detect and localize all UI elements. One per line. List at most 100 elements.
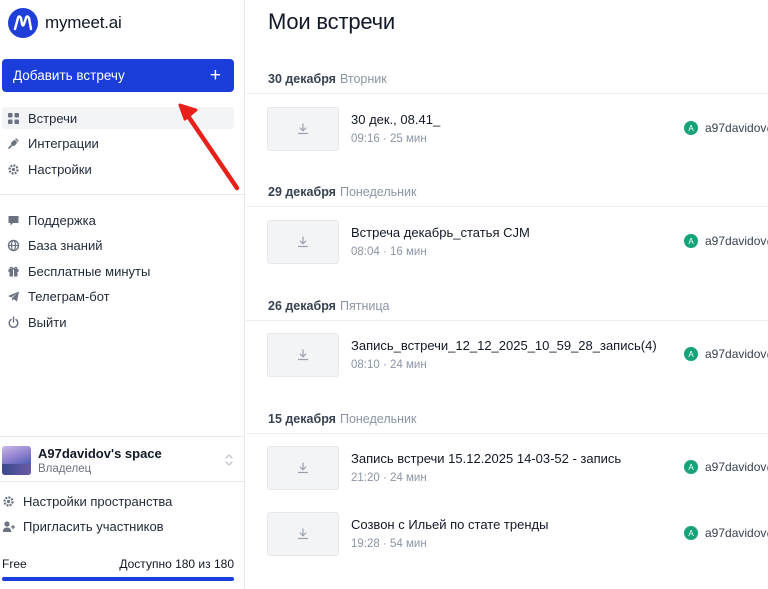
meeting-title[interactable]: Встреча декабрь_статья CJM: [351, 225, 530, 240]
owner-email: a97davidov@: [705, 526, 768, 540]
owner-email: a97davidov@: [705, 347, 768, 361]
meeting-thumbnail[interactable]: [267, 446, 339, 490]
sidebar-item-label: Интеграции: [28, 136, 99, 151]
sidebar-item-knowledge-base[interactable]: База знаний: [2, 235, 234, 257]
download-icon: [297, 236, 309, 248]
day-header: 26 декабря Пятница: [246, 291, 768, 321]
meeting-owner: A a97davidov@: [684, 347, 768, 361]
day-date: 29 декабря: [268, 184, 336, 199]
download-icon: [297, 462, 309, 474]
sidebar-item-label: Настройки пространства: [23, 493, 173, 509]
sidebar-item-integrations[interactable]: Интеграции: [2, 133, 234, 155]
meeting-thumbnail[interactable]: [267, 512, 339, 556]
workspace-role: Владелец: [38, 462, 92, 475]
day-weekday: Пятница: [339, 298, 390, 313]
plan-progress-bar: [2, 577, 234, 581]
gear-icon: [2, 495, 15, 508]
sidebar-item-free-minutes[interactable]: Бесплатные минуты: [2, 260, 234, 282]
divider: [0, 481, 245, 482]
workspace-switcher[interactable]: A97davidov's space Владелец: [2, 444, 242, 476]
day-header: 30 декабря Вторник: [246, 64, 768, 94]
sidebar-item-label: Встречи: [28, 110, 78, 126]
meeting-title[interactable]: Запись_встречи_12_12_2025_10_59_28_запис…: [351, 338, 657, 353]
day-weekday: Понедельник: [339, 411, 417, 426]
meeting-row[interactable]: 30 дек., 08.41_ 09:16 · 25 мин A a97davi…: [246, 107, 768, 165]
day-date: 30 декабря: [268, 71, 336, 86]
sidebar-item-label: Бесплатные минуты: [28, 263, 151, 279]
meeting-title[interactable]: 30 дек., 08.41_: [351, 112, 440, 127]
sidebar-item-support[interactable]: Поддержка: [2, 209, 234, 231]
meeting-meta: 09:16 · 25 мин: [351, 133, 427, 145]
sidebar-item-label: Поддержка: [28, 212, 96, 228]
meeting-thumbnail[interactable]: [267, 333, 339, 377]
workspace-nav: Настройки пространства Пригласить участн…: [2, 490, 234, 541]
avatar: A: [684, 234, 698, 248]
add-meeting-label: Добавить встречу: [13, 68, 125, 83]
gift-icon: [7, 265, 20, 278]
gear-icon: [7, 163, 20, 176]
meeting-owner: A a97davidov@: [684, 121, 768, 135]
meeting-title[interactable]: Созвон с Ильей по стате тренды: [351, 517, 548, 532]
primary-nav: Встречи Интеграции Настройки: [2, 107, 234, 184]
meeting-row[interactable]: Запись встречи 15.12.2025 14-03-52 - зап…: [246, 446, 768, 504]
day-date: 26 декабря: [268, 298, 336, 313]
logo[interactable]: mymeet.ai: [8, 8, 122, 38]
meeting-owner: A a97davidov@: [684, 526, 768, 540]
chevron-up-down-icon: [224, 452, 234, 468]
sidebar-item-logout[interactable]: Выйти: [2, 311, 234, 333]
plan-info: Free Доступно 180 из 180: [2, 557, 234, 571]
owner-email: a97davidov@: [705, 121, 768, 135]
user-add-icon: [2, 520, 15, 533]
day-date: 15 декабря: [268, 411, 336, 426]
meeting-row[interactable]: Встреча декабрь_статья CJM 08:04 · 16 ми…: [246, 220, 768, 278]
meeting-meta: 19:28 · 54 мин: [351, 538, 427, 550]
meeting-meta: 08:04 · 16 мин: [351, 246, 427, 258]
owner-email: a97davidov@: [705, 460, 768, 474]
sidebar-item-label: База знаний: [28, 238, 103, 253]
plug-icon: [7, 137, 20, 150]
day-header: 15 декабря Понедельник: [246, 404, 768, 434]
plus-icon: +: [209, 65, 221, 86]
plan-available: Доступно 180 из 180: [119, 557, 234, 571]
main-content: Мои встречи 30 декабря Вторник 30 дек., …: [246, 0, 768, 589]
sidebar-item-telegram-bot[interactable]: Телеграм-бот: [2, 286, 234, 308]
grid-icon: [7, 112, 20, 125]
owner-email: a97davidov@: [705, 234, 768, 248]
meeting-thumbnail[interactable]: [267, 107, 339, 151]
workspace-name: A97davidov's space: [38, 445, 162, 461]
plan-name: Free: [2, 557, 27, 571]
add-meeting-button[interactable]: Добавить встречу +: [2, 59, 234, 92]
sidebar-item-label: Пригласить участников: [23, 519, 164, 534]
page-title: Мои встречи: [268, 9, 396, 34]
avatar: A: [684, 347, 698, 361]
meeting-meta: 21:20 · 24 мин: [351, 472, 427, 484]
power-icon: [7, 316, 20, 329]
chat-icon: [7, 214, 20, 227]
download-icon: [297, 528, 309, 540]
sidebar-item-label: Настройки: [28, 161, 92, 177]
sidebar-item-invite-members[interactable]: Пригласить участников: [2, 516, 234, 538]
meeting-owner: A a97davidov@: [684, 234, 768, 248]
workspace-avatar: [2, 445, 31, 475]
avatar: A: [684, 526, 698, 540]
app-name: mymeet.ai: [45, 13, 122, 32]
meeting-row[interactable]: Созвон с Ильей по стате тренды 19:28 · 5…: [246, 512, 768, 570]
meeting-row[interactable]: Запись_встречи_12_12_2025_10_59_28_запис…: [246, 333, 768, 391]
meeting-owner: A a97davidov@: [684, 460, 768, 474]
plan-progress-fill: [2, 577, 234, 581]
logo-icon: [8, 8, 38, 38]
avatar: A: [684, 121, 698, 135]
sidebar-item-space-settings[interactable]: Настройки пространства: [2, 490, 234, 512]
avatar: A: [684, 460, 698, 474]
meeting-meta: 08:10 · 24 мин: [351, 359, 427, 371]
sidebar-item-meetings[interactable]: Встречи: [2, 107, 234, 129]
day-header: 29 декабря Понедельник: [246, 177, 768, 207]
sidebar-item-settings[interactable]: Настройки: [2, 158, 234, 180]
sidebar: mymeet.ai Добавить встречу + Встречи Инт…: [0, 0, 245, 589]
secondary-nav: Поддержка База знаний Бесплатные минуты …: [2, 209, 234, 337]
divider: [0, 436, 245, 437]
globe-icon: [7, 239, 20, 252]
meeting-thumbnail[interactable]: [267, 220, 339, 264]
meeting-title[interactable]: Запись встречи 15.12.2025 14-03-52 - зап…: [351, 451, 621, 466]
divider: [0, 194, 245, 195]
